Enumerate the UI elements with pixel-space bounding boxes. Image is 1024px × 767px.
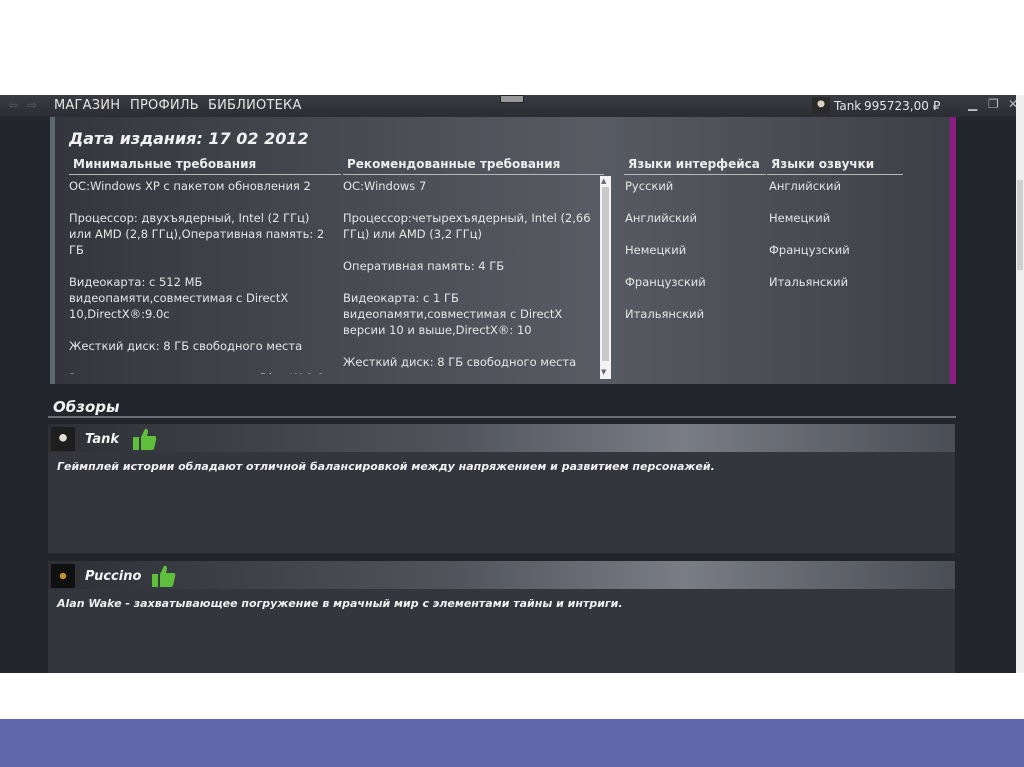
scroll-up-icon[interactable]: ▲ (601, 177, 606, 185)
top-bar: ⇦ ⇨ МАГАЗИН ПРОФИЛЬ БИБЛИОТЕКА Tank 9957… (0, 95, 1024, 117)
slide-bottom-bar (0, 719, 1024, 767)
review-header (48, 424, 955, 452)
review-card: Puccino Alan Wake - захватывающее погруж… (48, 561, 955, 673)
review-header (48, 561, 955, 589)
menu-profile[interactable]: ПРОФИЛЬ (130, 98, 199, 113)
rec-req-title: Рекомендованные требования (343, 157, 604, 175)
rec-req-text: ОС:Windows 7 Процессор:четырехъядерный, … (343, 179, 591, 369)
voice-lang-item: Немецкий (769, 211, 831, 225)
avatar[interactable] (51, 427, 75, 451)
restore-icon[interactable]: ❐ (988, 97, 999, 111)
menu-library[interactable]: БИБЛИОТЕКА (208, 98, 302, 113)
review-card: Tank Геймплей истории обладают отличной … (48, 424, 955, 553)
release-date: Дата издания: 17 02 2012 (69, 129, 309, 148)
review-author[interactable]: Puccino (85, 569, 141, 584)
reviews-title: Обзоры (53, 398, 120, 416)
menu-store[interactable]: МАГАЗИН (54, 98, 120, 113)
minimize-icon[interactable]: ▁ (968, 97, 977, 111)
panel-accent-strip (950, 117, 956, 384)
review-text: Геймплей истории обладают отличной балан… (57, 460, 715, 473)
thumbs-up-icon (152, 565, 176, 587)
reviews-divider (48, 416, 956, 418)
back-arrow-icon[interactable]: ⇦ (8, 98, 18, 112)
ui-lang-item: Французский (625, 275, 706, 289)
page-scroll-thumb[interactable] (1017, 180, 1023, 270)
review-author[interactable]: Tank (85, 432, 119, 447)
min-req-title: Минимальные требования (69, 157, 341, 175)
user-name[interactable]: Tank (834, 99, 861, 113)
voice-lang-item: Английский (769, 179, 841, 193)
ui-lang-item: Английский (625, 211, 697, 225)
forward-arrow-icon[interactable]: ⇨ (27, 98, 37, 112)
avatar[interactable] (51, 564, 75, 588)
user-avatar[interactable] (812, 97, 830, 114)
app-window: ⇦ ⇨ МАГАЗИН ПРОФИЛЬ БИБЛИОТЕКА Tank 9957… (0, 95, 1024, 673)
ui-lang-item: Итальянский (625, 307, 705, 321)
review-text: Alan Wake - захватывающее погружение в м… (57, 597, 623, 610)
voice-lang-item: Французский (769, 243, 850, 257)
ui-lang-item: Немецкий (625, 243, 687, 257)
scroll-down-icon[interactable]: ▼ (601, 368, 606, 376)
req-scroll-thumb[interactable] (602, 187, 609, 361)
min-req-text: ОС:Windows XP с пакетом обновления 2 Про… (69, 179, 331, 374)
drag-handle[interactable] (500, 95, 524, 103)
thumbs-up-icon (133, 428, 157, 450)
wallet-balance: 995723,00 ₽ (864, 99, 941, 113)
ui-lang-item: Русский (625, 179, 674, 193)
voice-lang-item: Итальянский (769, 275, 849, 289)
